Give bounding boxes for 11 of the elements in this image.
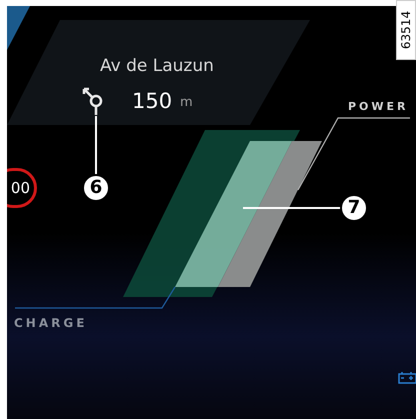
street-name: Av de Lauzun: [100, 55, 214, 78]
charge-label: CHARGE: [14, 315, 88, 332]
battery-icon: [398, 371, 416, 384]
distance-value: 150: [132, 88, 172, 115]
leader-line: [95, 116, 97, 175]
figure-number: 63514: [396, 0, 416, 60]
distance-unit: m: [180, 94, 193, 112]
speed-limit-sign: 00: [7, 168, 37, 208]
power-label: POWER: [348, 99, 409, 115]
roundabout-icon: [82, 88, 102, 116]
corner-stripe-drawing: [7, 6, 30, 50]
